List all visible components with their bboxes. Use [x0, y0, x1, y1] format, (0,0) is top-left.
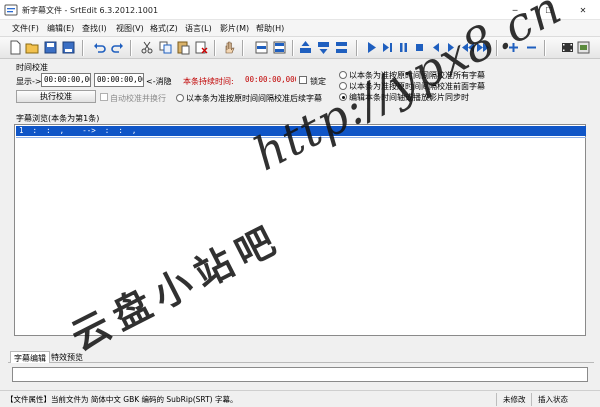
- time-adjust-label: 时间校准: [16, 63, 48, 72]
- toolbar-separator: [130, 40, 132, 56]
- insert-row-icon[interactable]: [254, 40, 269, 55]
- menu-file[interactable]: 文件(F): [12, 23, 39, 34]
- modified-status: 未修改: [503, 395, 526, 404]
- tab-subtitle-edit[interactable]: 字幕编辑: [10, 351, 50, 363]
- status-bar: 【文件属性】当前文件为 简体中文 GBK 编码的 SubRip(SRT) 字幕。…: [0, 390, 600, 407]
- play-icon[interactable]: [364, 40, 379, 55]
- delete-row-icon[interactable]: [272, 40, 287, 55]
- duration-value: 00:00:00,000: [242, 73, 297, 87]
- status-separator: [531, 393, 532, 406]
- app-icon: [4, 4, 18, 16]
- undo-icon[interactable]: [92, 40, 107, 55]
- end-time-input[interactable]: 00:00:00,000: [94, 73, 144, 87]
- radio-follow-label: 以本条为准按原时间间隔校准后续字幕: [186, 94, 322, 103]
- film-icon[interactable]: [560, 40, 575, 55]
- save-as-icon[interactable]: [61, 40, 76, 55]
- redo-icon[interactable]: [110, 40, 125, 55]
- file-info-status: 【文件属性】当前文件为 简体中文 GBK 编码的 SubRip(SRT) 字幕。: [6, 395, 238, 404]
- display-label: 显示->: [16, 77, 42, 86]
- radio-all[interactable]: [339, 71, 347, 79]
- move-down-icon[interactable]: [316, 40, 331, 55]
- lock-checkbox[interactable]: [299, 76, 307, 84]
- auto-adjust-checkbox[interactable]: [100, 93, 108, 101]
- status-separator: [496, 393, 497, 406]
- insert-mode-status: 插入状态: [538, 395, 568, 404]
- copy-icon[interactable]: [158, 40, 173, 55]
- hide-label: <-消隐: [146, 77, 172, 86]
- open-folder-icon[interactable]: [25, 40, 40, 55]
- menu-help[interactable]: 帮助(H): [256, 23, 284, 34]
- toolbar-separator: [544, 40, 546, 56]
- step-icon[interactable]: [380, 40, 395, 55]
- new-file-icon[interactable]: [8, 40, 23, 55]
- close-button[interactable]: ✕: [566, 0, 600, 20]
- menu-movie[interactable]: 影片(M): [220, 23, 249, 34]
- toolbar-separator: [82, 40, 84, 56]
- execute-adjust-button[interactable]: 执行校准: [16, 90, 96, 103]
- save-icon[interactable]: [43, 40, 58, 55]
- settings-icon[interactable]: [576, 40, 591, 55]
- toolbar-separator: [292, 40, 294, 56]
- auto-adjust-label: 自动校准并换行: [110, 94, 166, 103]
- menu-view[interactable]: 视图(V): [116, 23, 144, 34]
- delete-icon[interactable]: [194, 40, 209, 55]
- tab-divider: [8, 362, 594, 363]
- start-time-input[interactable]: 00:00:00,000: [41, 73, 91, 87]
- hand-icon[interactable]: [222, 40, 237, 55]
- lock-label: 锁定: [310, 77, 326, 86]
- merge-icon[interactable]: [334, 40, 349, 55]
- toolbar-separator: [242, 40, 244, 56]
- move-up-icon[interactable]: [298, 40, 313, 55]
- window-title: 新字幕文件 - SrtEdit 6.3.2012.1001: [22, 6, 159, 15]
- paste-icon[interactable]: [176, 40, 191, 55]
- subtitle-browser-label: 字幕浏览(本条为第1条): [16, 114, 100, 123]
- toolbar-separator: [356, 40, 358, 56]
- menu-format[interactable]: 格式(Z): [150, 23, 178, 34]
- menu-find[interactable]: 查找(I): [82, 23, 107, 34]
- cut-icon[interactable]: [140, 40, 155, 55]
- toolbar-separator: [214, 40, 216, 56]
- duration-label: 本条持续时间:: [183, 77, 234, 86]
- menu-edit[interactable]: 编辑(E): [47, 23, 74, 34]
- radio-follow[interactable]: [176, 94, 184, 102]
- subtitle-edit-input[interactable]: [12, 367, 588, 382]
- menu-language[interactable]: 语言(L): [185, 23, 212, 34]
